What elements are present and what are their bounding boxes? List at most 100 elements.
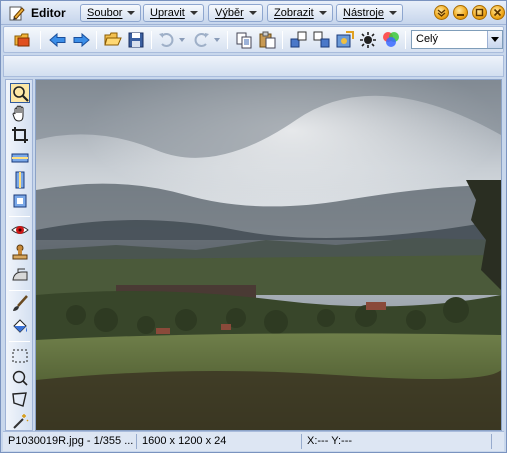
resize-button[interactable]	[289, 30, 309, 50]
status-bar: P1030019R.jpg - 1/355 ... 1600 x 1200 x …	[3, 431, 504, 451]
menu-vyber[interactable]: Výběr	[208, 4, 263, 22]
paste-button[interactable]	[257, 30, 277, 50]
zoom-select[interactable]: Celý	[411, 30, 503, 49]
resize-vertical-tool[interactable]	[10, 170, 30, 190]
open-folder-icon	[14, 33, 30, 47]
color-wheel-button[interactable]	[381, 30, 401, 50]
copy-button[interactable]	[234, 30, 254, 50]
menu-label: Upravit	[150, 7, 185, 19]
ellipse-select-tool[interactable]	[10, 368, 30, 388]
fill-tool[interactable]	[10, 317, 30, 337]
menu-label: Výběr	[215, 7, 244, 19]
chevron-down-icon	[318, 11, 327, 15]
brush-icon	[13, 295, 28, 311]
iron-icon	[12, 268, 28, 281]
menu-upravit[interactable]: Upravit	[143, 4, 204, 22]
options-bar	[3, 55, 504, 77]
stamp-tool[interactable]	[10, 243, 30, 263]
magic-wand-tool[interactable]	[10, 411, 30, 431]
open-button[interactable]	[103, 30, 123, 50]
crop-button[interactable]	[312, 30, 332, 50]
chevron-down-icon	[437, 9, 446, 17]
fit-frame-icon	[13, 194, 27, 208]
menu-label: Soubor	[87, 7, 123, 19]
copy-icon	[236, 32, 252, 49]
toolbar-separator	[40, 31, 41, 49]
stamp-icon	[12, 244, 28, 260]
menu-nastroje[interactable]: Nástroje	[336, 4, 403, 22]
toolbar-separator	[282, 31, 283, 49]
crop-tool[interactable]	[10, 125, 30, 145]
image-canvas[interactable]	[35, 79, 502, 431]
resize-icon	[290, 31, 307, 48]
back-arrow-icon	[49, 32, 66, 48]
straighten-tool[interactable]	[10, 148, 30, 168]
redo-dropdown-icon[interactable]	[214, 38, 220, 42]
redo-button[interactable]	[191, 30, 211, 50]
crop-icon	[313, 31, 330, 48]
status-dimensions: 1600 x 1200 x 24	[137, 434, 302, 449]
magnifier-icon	[13, 86, 29, 102]
tool-separator	[9, 290, 30, 291]
forward-button[interactable]	[71, 30, 91, 50]
toolbar-separator	[405, 31, 406, 49]
restore-button[interactable]	[472, 5, 487, 20]
brush-tool[interactable]	[10, 294, 30, 314]
open-file-icon	[104, 32, 122, 46]
clone-tool[interactable]	[10, 266, 30, 286]
zoom-tool[interactable]	[10, 83, 30, 103]
window-menu-button[interactable]	[434, 5, 449, 20]
save-icon	[128, 32, 144, 48]
hand-tool[interactable]	[10, 104, 30, 124]
toolbar-separator	[227, 31, 228, 49]
undo-dropdown-icon[interactable]	[179, 38, 185, 42]
chevron-down-icon	[127, 11, 136, 15]
color-adjust-button[interactable]	[358, 30, 378, 50]
title-bar: Editor Soubor Upravit Výběr Zobrazit Nás…	[1, 1, 506, 25]
close-button[interactable]	[490, 5, 505, 20]
menu-zobrazit[interactable]: Zobrazit	[267, 4, 333, 22]
landscape-photo	[36, 80, 501, 430]
save-button[interactable]	[126, 30, 146, 50]
red-eye-tool[interactable]	[10, 220, 30, 240]
close-icon	[493, 8, 502, 17]
redo-icon	[194, 33, 209, 47]
zoom-value: Celý	[416, 33, 439, 45]
chevron-down-icon	[248, 11, 257, 15]
chevron-down-icon	[388, 11, 397, 15]
chevron-down-icon[interactable]	[487, 31, 502, 48]
restore-icon	[475, 8, 484, 17]
rect-select-tool[interactable]	[10, 346, 30, 366]
crop-icon	[12, 127, 28, 143]
fit-tool[interactable]	[10, 191, 30, 211]
minimize-icon	[457, 14, 464, 16]
toolbar-separator	[151, 31, 152, 49]
effects-icon	[336, 31, 354, 48]
editor-window: Editor Soubor Upravit Výběr Zobrazit Nás…	[0, 0, 507, 453]
lasso-select-tool[interactable]	[10, 390, 30, 410]
paste-icon	[259, 31, 276, 49]
ellipse-select-icon	[12, 370, 28, 386]
tool-separator	[9, 216, 30, 217]
minimize-button[interactable]	[453, 5, 468, 20]
chevron-down-icon	[189, 11, 198, 15]
forward-arrow-icon	[73, 32, 90, 48]
paint-bucket-icon	[13, 319, 27, 333]
menu-label: Zobrazit	[274, 7, 314, 19]
back-button[interactable]	[48, 30, 68, 50]
main-toolbar: Celý	[3, 26, 504, 53]
toolbar-separator	[96, 31, 97, 49]
app-title: Editor	[31, 6, 66, 20]
effects-button[interactable]	[335, 30, 355, 50]
color-wheel-icon	[383, 32, 399, 47]
color-adjust-icon	[360, 32, 376, 48]
rectangle-select-icon	[12, 349, 28, 363]
red-eye-icon	[11, 226, 29, 234]
tool-separator	[9, 341, 30, 342]
magic-wand-icon	[13, 414, 29, 429]
browser-button[interactable]	[13, 30, 33, 50]
horizontal-level-icon	[11, 153, 29, 163]
undo-button[interactable]	[157, 30, 177, 50]
status-file: P1030019R.jpg - 1/355 ...	[3, 434, 137, 449]
menu-soubor[interactable]: Soubor	[80, 4, 142, 22]
